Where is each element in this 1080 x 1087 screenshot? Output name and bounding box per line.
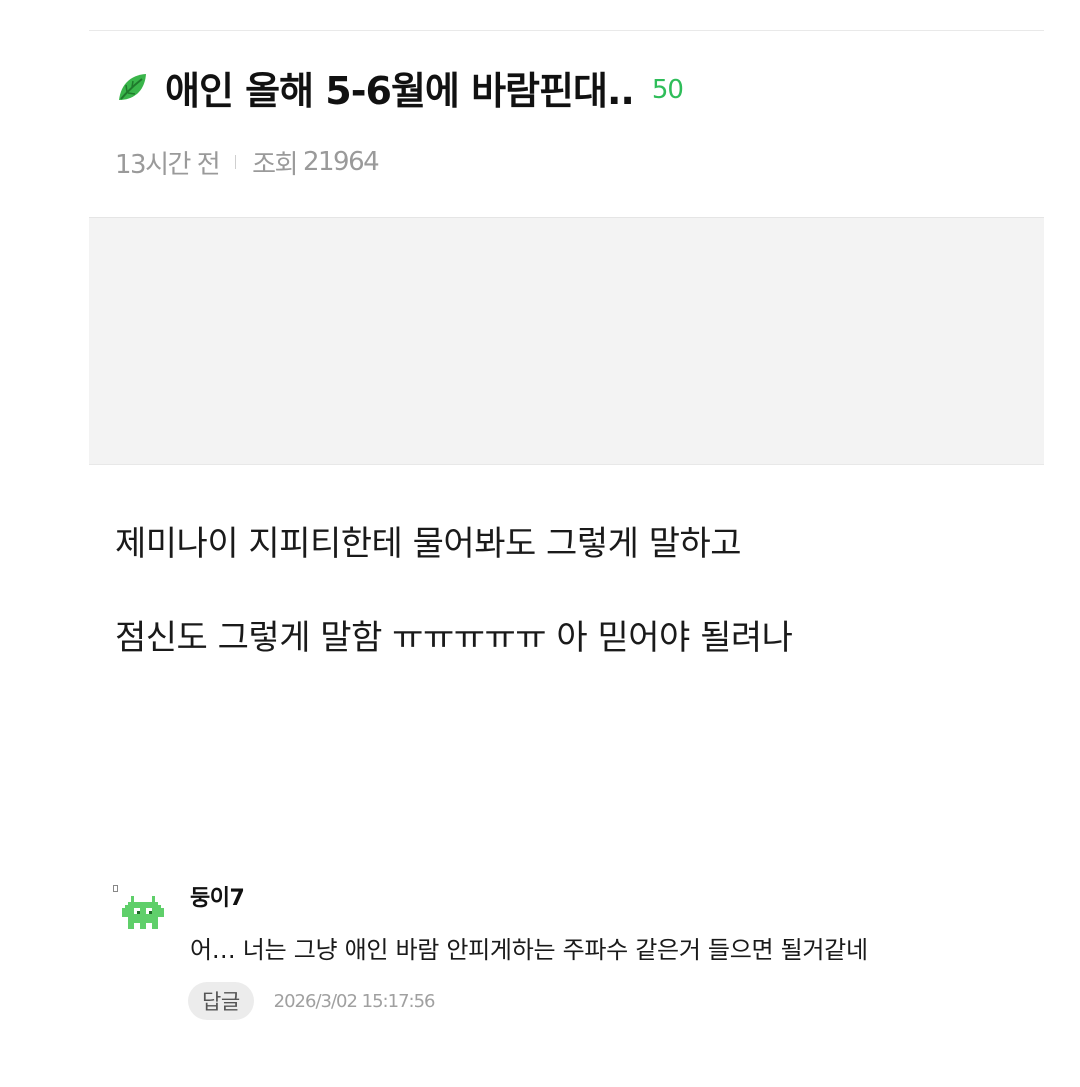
title-row: 애인 올해 5-6월에 바람핀대.. 50 [115,61,684,113]
post-body: 제미나이 지피티한테 물어봐도 그렇게 말하고 점신도 그렇게 말함 ㅠㅠㅠㅠㅠ… [115,520,1015,662]
body-line: 점신도 그렇게 말함 ㅠㅠㅠㅠㅠ 아 믿어야 될려나 [115,618,793,658]
ad-placeholder [89,218,1044,465]
comment-text: 어… 너는 그냥 애인 바람 안피게하는 주파수 같은거 들으면 될거같네 [190,936,868,964]
comment-item: 둥이7 어… 너는 그냥 애인 바람 안피게하는 주파수 같은거 들으면 될거같… [110,876,1044,1036]
reply-button[interactable]: 답글 [188,982,254,1020]
post-page: 애인 올해 5-6월에 바람핀대.. 50 13시간 전 조회 21964 제미… [0,0,1080,1087]
post-meta: 13시간 전 조회 21964 [115,145,380,180]
comment-marker-icon [113,885,118,892]
pixel-creature-avatar-icon [122,896,164,932]
views-label: 조회 [252,149,298,180]
post-title: 애인 올해 5-6월에 바람핀대.. [165,68,635,113]
comment-author[interactable]: 둥이7 [190,880,245,912]
post-header: 애인 올해 5-6월에 바람핀대.. 50 13시간 전 조회 21964 [89,31,1044,218]
comment-timestamp: 2026/3/02 15:17:56 [273,990,436,1012]
body-line: 제미나이 지피티한테 물어봐도 그렇게 말하고 [115,524,742,564]
post-time: 13시간 전 [115,149,221,180]
views-count: 21964 [302,147,380,177]
comment-count[interactable]: 50 [652,69,684,105]
comment-footer: 답글 2026/3/02 15:17:56 [188,982,435,1020]
leaf-icon [115,70,149,104]
meta-divider [235,155,237,169]
